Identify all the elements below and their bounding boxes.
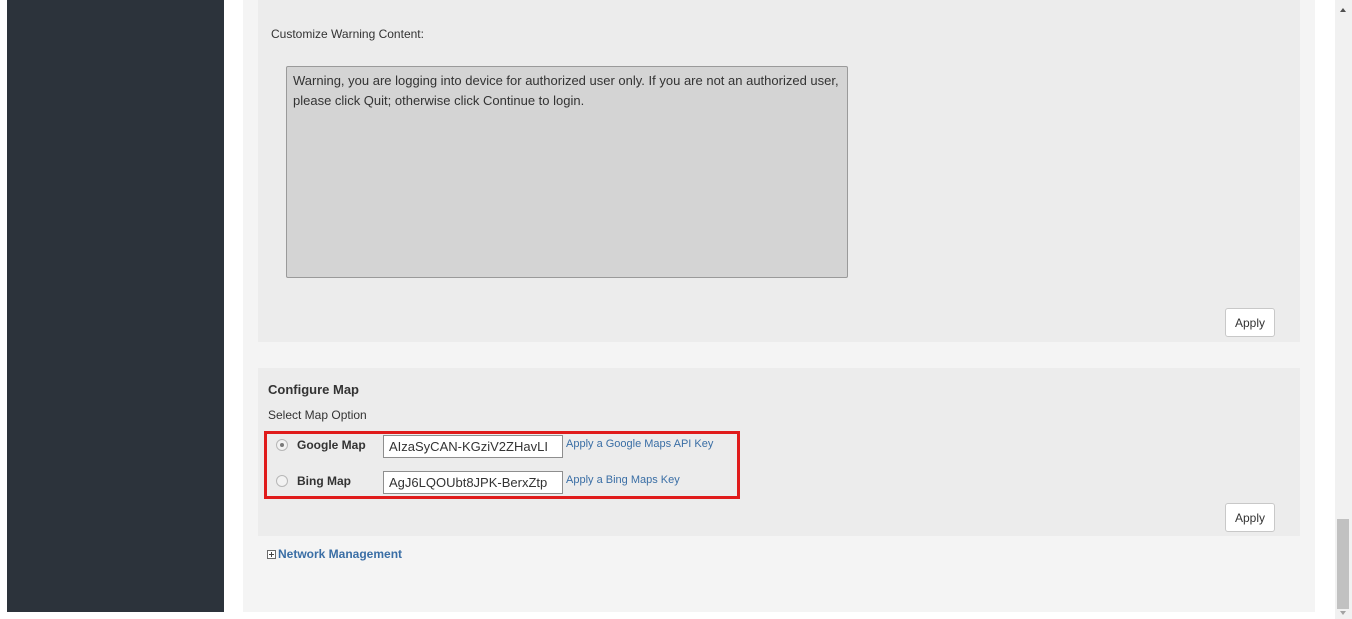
vertical-scrollbar[interactable]	[1335, 0, 1352, 619]
expand-plus-icon	[267, 550, 276, 560]
configure-map-title: Configure Map	[268, 382, 359, 397]
warning-content-textarea[interactable]: Warning, you are logging into device for…	[286, 66, 848, 278]
main-content: Customize Warning Content: Warning, you …	[243, 0, 1315, 612]
warning-content-label: Customize Warning Content:	[271, 27, 424, 41]
network-management-label: Network Management	[278, 547, 403, 561]
scroll-up-icon[interactable]	[1340, 8, 1346, 12]
scroll-down-icon[interactable]	[1340, 611, 1346, 615]
map-options-highlight	[264, 431, 740, 499]
network-management-link[interactable]: Network Management	[267, 547, 402, 561]
select-map-option-label: Select Map Option	[268, 408, 367, 422]
scroll-thumb[interactable]	[1337, 519, 1349, 609]
bottom-strip	[0, 612, 1335, 619]
map-apply-button[interactable]: Apply	[1225, 503, 1275, 532]
sidebar	[7, 0, 224, 612]
warning-content-panel: Customize Warning Content: Warning, you …	[258, 0, 1300, 342]
warning-apply-button[interactable]: Apply	[1225, 308, 1275, 337]
